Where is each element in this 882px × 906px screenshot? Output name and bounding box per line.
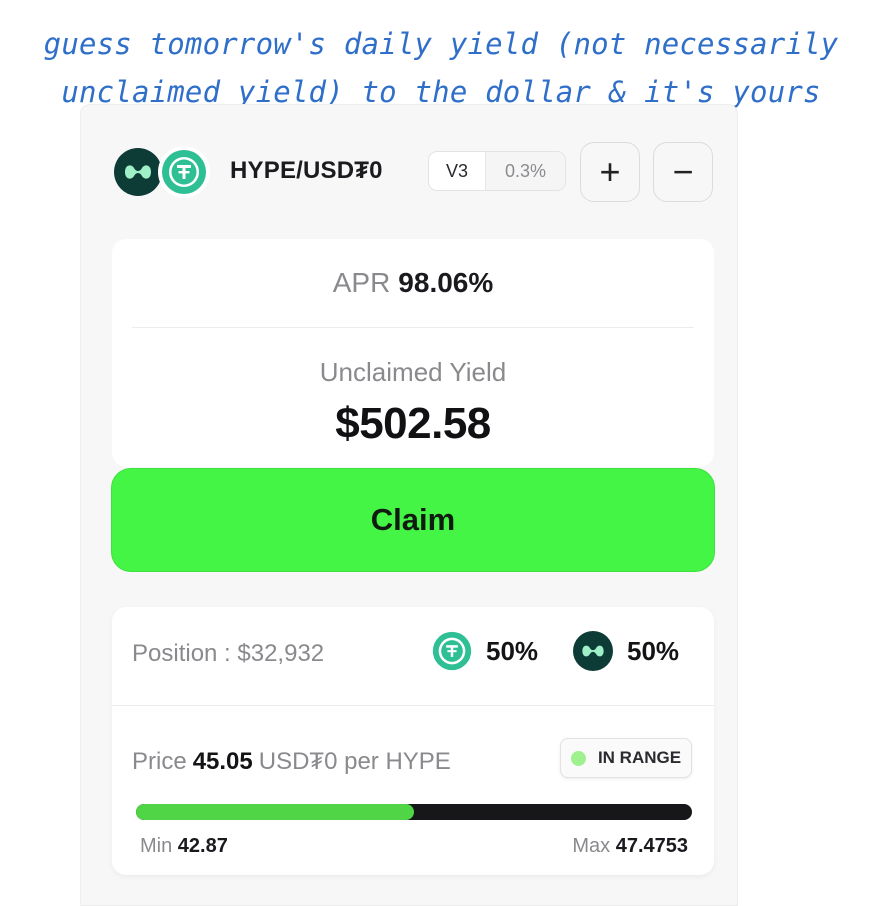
caption: guess tomorrow's daily yield (not necess… bbox=[0, 20, 882, 116]
apr-value: 98.06% bbox=[398, 267, 494, 298]
fee-tier-label: 0.3% bbox=[486, 152, 565, 190]
minus-icon: − bbox=[672, 151, 694, 192]
status-dot-icon bbox=[570, 750, 586, 766]
claim-button[interactable]: Claim bbox=[111, 468, 715, 572]
pool-header: HYPE/USD₮0 V3 0.3% + − bbox=[80, 104, 738, 244]
version-label: V3 bbox=[429, 152, 486, 190]
unclaimed-yield-label: Unclaimed Yield bbox=[319, 357, 507, 387]
price-range-fill bbox=[136, 804, 414, 820]
price-range-bar bbox=[136, 804, 692, 820]
max-price-value: 47.4753 bbox=[615, 835, 688, 857]
max-price: Max 47.4753 bbox=[572, 835, 688, 858]
range-status-badge: IN RANGE bbox=[560, 738, 692, 778]
add-liquidity-button[interactable]: + bbox=[580, 142, 640, 202]
min-price-label: Min bbox=[140, 835, 173, 857]
usdt0-token-icon bbox=[432, 631, 472, 671]
apr-row: APR 98.06% bbox=[112, 267, 714, 299]
usdt-share: 50% bbox=[432, 631, 538, 671]
divider bbox=[112, 705, 714, 706]
price-unit: USD₮0 per HYPE bbox=[258, 748, 451, 775]
hype-share: 50% bbox=[573, 631, 679, 671]
hype-share-percent: 50% bbox=[627, 635, 680, 666]
plus-icon: + bbox=[599, 151, 621, 192]
min-price: Min 42.87 bbox=[140, 835, 228, 858]
min-price-value: 42.87 bbox=[177, 835, 228, 857]
caption-line-1: guess tomorrow's daily yield (not necess… bbox=[43, 27, 839, 61]
hype-token-icon bbox=[573, 631, 613, 671]
yield-card: APR 98.06% Unclaimed Yield $502.58 bbox=[112, 239, 714, 467]
price-label: Price bbox=[132, 748, 187, 775]
price-row: Price 45.05 USD₮0 per HYPE bbox=[132, 748, 451, 776]
position-value: Position : $32,932 bbox=[132, 640, 325, 667]
pair-name: HYPE/USD₮0 bbox=[230, 157, 383, 184]
apr-label: APR bbox=[332, 267, 391, 298]
pool-panel: HYPE/USD₮0 V3 0.3% + − APR 98.06% Unclaim… bbox=[80, 104, 738, 906]
usdt-share-percent: 50% bbox=[486, 635, 539, 666]
remove-liquidity-button[interactable]: − bbox=[653, 142, 713, 202]
max-price-label: Max bbox=[572, 835, 611, 857]
range-status-label: IN RANGE bbox=[597, 748, 682, 767]
unclaimed-yield-value: $502.58 bbox=[335, 399, 491, 448]
price-value: 45.05 bbox=[192, 748, 253, 775]
hype-token-icon bbox=[114, 148, 162, 196]
usdt0-token-icon bbox=[158, 146, 210, 198]
version-fee-pill: V3 0.3% bbox=[428, 151, 566, 191]
position-card: Position : $32,932 50% 50% Price 45.05 U… bbox=[112, 607, 714, 875]
divider bbox=[132, 327, 694, 328]
token-pair-icons bbox=[114, 146, 210, 200]
